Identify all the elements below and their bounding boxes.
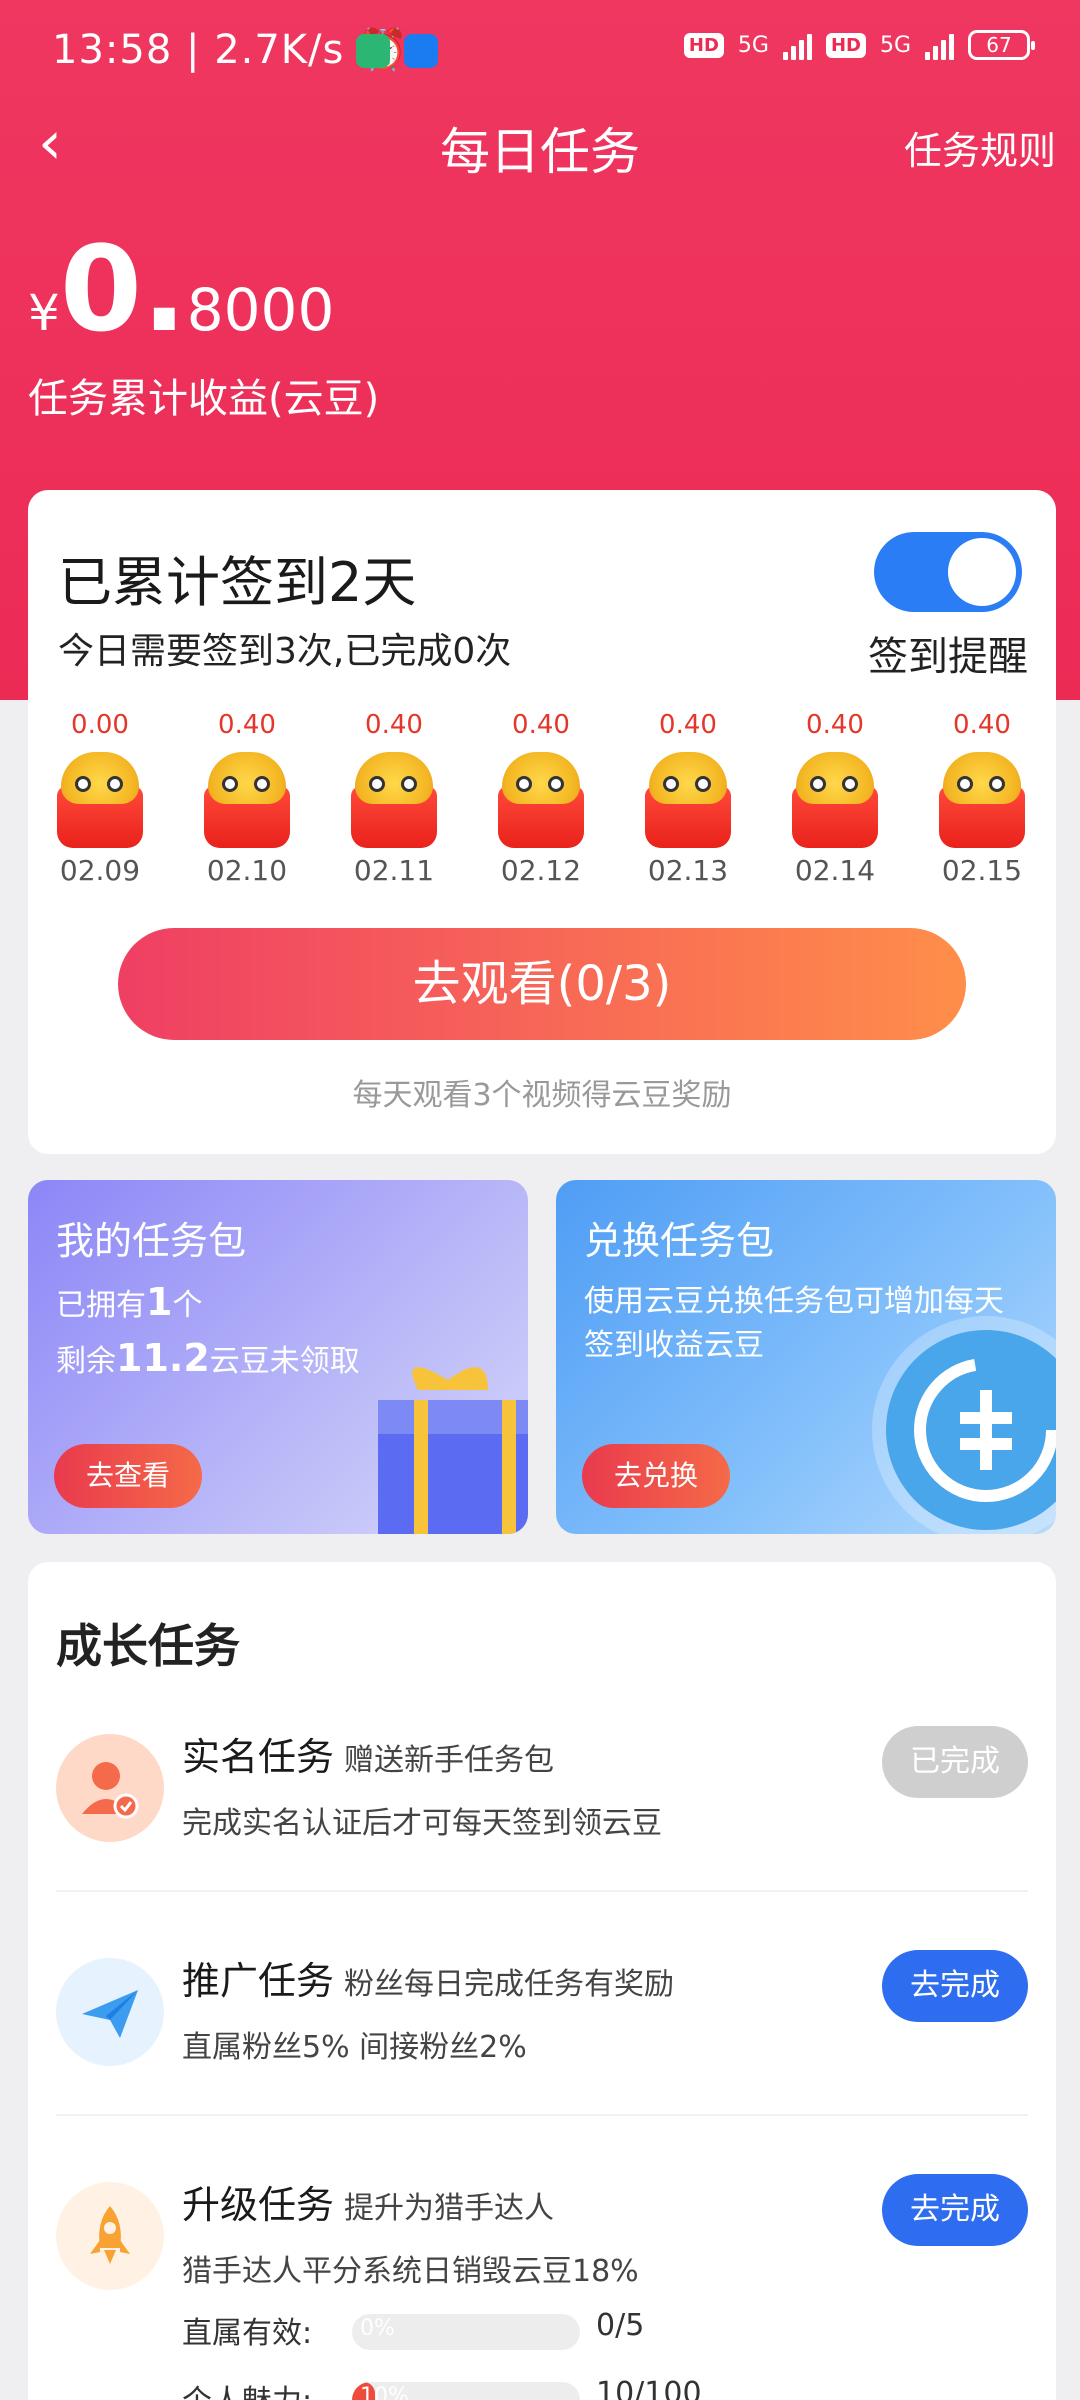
my-pack-remaining: 剩余11.2云豆未领取 [56,1336,360,1380]
checkin-day[interactable]: 0.40 02.10 [192,710,302,887]
checkin-day[interactable]: 0.00 02.09 [45,710,155,887]
day-date: 02.13 [647,854,729,887]
signal-icon [782,30,812,60]
exchange-pack-desc-line2: 签到收益云豆 [584,1328,764,1363]
progress-bar: 0% [352,2314,580,2350]
task-promote: 推广任务 粉丝每日完成任务有奖励 直属粉丝5% 间接粉丝2% 去完成 [28,1936,1056,2156]
red-packet-icon [792,750,878,848]
checkin-day-row: 0.00 02.09 0.40 02.10 0.40 02.11 0.40 02… [28,710,1056,887]
task-go-button-2[interactable]: 去完成 [882,2174,1028,2246]
task-realname: 实名任务 赠送新手任务包 完成实名认证后才可每天签到领云豆 已完成 [28,1712,1056,1932]
nav-bar: ‹ 每日任务 任务规则 [0,100,1080,190]
earnings-summary: ¥0.8000 任务累计收益(云豆) [28,230,379,424]
day-amount: 0.40 [953,710,1011,740]
checkin-day[interactable]: 0.40 02.15 [927,710,1037,887]
red-packet-icon [498,750,584,848]
hd-voice-icon-2: HD [825,32,866,58]
checkin-need-text: 今日需要签到3次,已完成0次 [58,631,512,672]
progress-direct: 直属有效: 0% 0/5 [182,2308,645,2351]
paper-plane-icon [56,1958,164,2066]
growth-heading: 成长任务 [56,1619,240,1673]
task-title: 实名任务 赠送新手任务包 [182,1735,555,1779]
checkin-day[interactable]: 0.40 02.12 [486,710,596,887]
divider [56,2114,1028,2116]
task-title: 升级任务 提升为猎手达人 [182,2183,555,2227]
red-packet-icon [204,750,290,848]
task-desc: 猎手达人平分系统日销毁云豆18% [182,2254,639,2289]
rocket-icon [56,2182,164,2290]
exchange-pack-title: 兑换任务包 [584,1219,775,1263]
battery-icon: 67 [968,30,1035,60]
day-amount: 0.40 [806,710,864,740]
progress-bar: 10% [352,2382,580,2400]
watch-video-button[interactable]: 去观看(0/3) [118,928,966,1040]
progress-charm: 个人魅力: 10% 10/100 [182,2376,702,2400]
checkin-day[interactable]: 0.40 02.13 [633,710,743,887]
my-pack-owned: 已拥有1个 [56,1280,203,1324]
task-desc: 完成实名认证后才可每天签到领云豆 [182,1806,662,1841]
day-date: 02.09 [59,854,141,887]
day-amount: 0.40 [659,710,717,740]
currency-symbol: ¥ [28,284,60,342]
task-go-button[interactable]: 去完成 [882,1950,1028,2022]
exchange-pack-button[interactable]: 去兑换 [582,1444,730,1508]
red-packet-icon [351,750,437,848]
day-amount: 0.40 [218,710,276,740]
watch-tip-text: 每天观看3个视频得云豆奖励 [352,1078,732,1113]
exchange-coin-icon [886,1330,1056,1530]
divider [56,1890,1028,1892]
exchange-pack-desc-line1: 使用云豆兑换任务包可增加每天 [584,1284,1004,1319]
toggle-knob [948,538,1016,606]
checkin-days-title: 已累计签到2天 [58,551,417,614]
growth-tasks-card: 成长任务 实名任务 赠送新手任务包 完成实名认证后才可每天签到领云豆 已完成 推广… [28,1562,1056,2400]
checkin-day[interactable]: 0.40 02.14 [780,710,890,887]
task-done-button[interactable]: 已完成 [882,1726,1028,1798]
red-packet-icon [939,750,1025,848]
earnings-label: 任务累计收益(云豆) [28,376,380,422]
view-pack-button[interactable]: 去查看 [54,1444,202,1508]
remind-toggle[interactable] [874,532,1022,612]
hd-voice-icon: HD [683,32,724,58]
day-date: 02.14 [794,854,876,887]
day-date: 02.15 [941,854,1023,887]
system-indicators: HD 5G HD 5G 67 [683,30,1035,60]
task-desc: 直属粉丝5% 间接粉丝2% [182,2030,527,2065]
exchange-task-pack-card[interactable]: 兑换任务包 使用云豆兑换任务包可增加每天 签到收益云豆 去兑换 [556,1180,1056,1534]
task-title: 推广任务 粉丝每日完成任务有奖励 [182,1959,675,2003]
shield-app-icon [356,34,390,68]
red-packet-icon [645,750,731,848]
status-bar: 13:58 | 2.7K/s ⏰ HD 5G HD 5G 67 [0,0,1080,100]
checkin-day[interactable]: 0.40 02.11 [339,710,449,887]
day-amount: 0.40 [512,710,570,740]
red-packet-icon [57,750,143,848]
my-task-pack-card[interactable]: 我的任务包 已拥有1个 剩余11.2云豆未领取 去查看 [28,1180,528,1534]
earnings-integer: 0. [59,220,187,358]
my-pack-title: 我的任务包 [56,1219,247,1263]
user-verified-icon [56,1734,164,1842]
day-amount: 0.40 [365,710,423,740]
network-label: 5G [737,32,769,58]
task-rules-link[interactable]: 任务规则 [904,120,1056,175]
alipay-app-icon [404,34,438,68]
remind-label: 签到提醒 [868,634,1028,680]
day-date: 02.10 [206,854,288,887]
signal-icon-2 [925,30,954,60]
checkin-card: 已累计签到2天 今日需要签到3次,已完成0次 签到提醒 0.00 02.09 0… [28,490,1056,1154]
network-label-2: 5G [879,32,911,58]
day-amount: 0.00 [71,710,129,740]
day-date: 02.11 [353,854,435,887]
earnings-fraction: 8000 [186,276,335,344]
gift-box-icon [378,1367,528,1534]
day-date: 02.12 [500,854,582,887]
